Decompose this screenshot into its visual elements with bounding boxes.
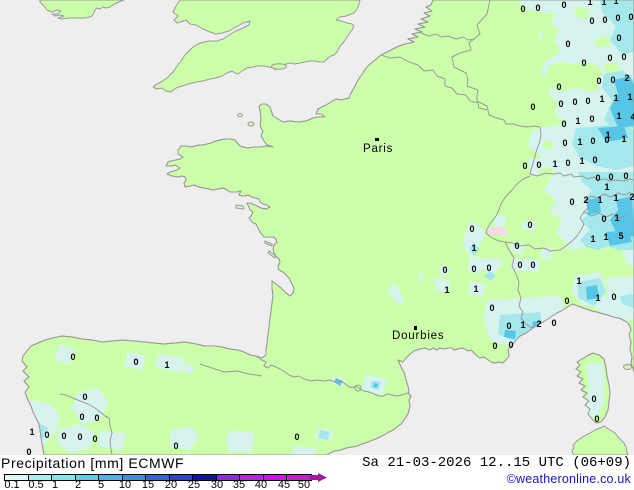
svg-text:0: 0 <box>565 39 570 49</box>
svg-text:0: 0 <box>585 96 590 106</box>
svg-text:1: 1 <box>444 285 449 295</box>
svg-text:1: 1 <box>604 182 609 192</box>
svg-text:2: 2 <box>629 192 634 202</box>
svg-text:1: 1 <box>590 234 595 244</box>
svg-text:0: 0 <box>564 296 569 306</box>
svg-text:0: 0 <box>508 340 513 350</box>
svg-text:0: 0 <box>61 431 66 441</box>
svg-text:1: 1 <box>597 195 602 205</box>
svg-text:0: 0 <box>26 447 31 455</box>
svg-text:0: 0 <box>558 99 563 109</box>
svg-text:1: 1 <box>599 94 604 104</box>
svg-text:0: 0 <box>608 172 613 182</box>
svg-text:0: 0 <box>616 33 621 43</box>
svg-text:1: 1 <box>627 92 632 102</box>
svg-text:0: 0 <box>469 224 474 234</box>
svg-text:0: 0 <box>565 158 570 168</box>
svg-text:1: 1 <box>552 159 557 169</box>
svg-text:0: 0 <box>173 441 178 451</box>
svg-text:0: 0 <box>592 155 597 165</box>
svg-text:0: 0 <box>551 318 556 328</box>
svg-text:0: 0 <box>527 220 532 230</box>
svg-text:0: 0 <box>595 173 600 183</box>
svg-text:0: 0 <box>79 412 84 422</box>
svg-text:1: 1 <box>613 0 618 6</box>
svg-text:0: 0 <box>607 53 612 63</box>
svg-text:0: 0 <box>581 58 586 68</box>
svg-text:1: 1 <box>29 427 34 437</box>
svg-text:1: 1 <box>616 111 621 121</box>
svg-text:0: 0 <box>520 4 525 14</box>
svg-text:1: 1 <box>601 0 606 7</box>
svg-text:0: 0 <box>591 394 596 404</box>
svg-text:0: 0 <box>556 82 561 92</box>
svg-text:0: 0 <box>601 214 606 224</box>
svg-text:0: 0 <box>44 430 49 440</box>
svg-text:0: 0 <box>604 135 609 145</box>
svg-text:4: 4 <box>630 112 634 122</box>
svg-text:0: 0 <box>514 241 519 251</box>
svg-text:1: 1 <box>471 243 476 253</box>
svg-text:Dourbies: Dourbies <box>392 330 444 342</box>
svg-text:0: 0 <box>562 138 567 148</box>
svg-text:Paris: Paris <box>363 143 393 155</box>
svg-text:2: 2 <box>583 195 588 205</box>
svg-text:0: 0 <box>602 15 607 25</box>
svg-text:0: 0 <box>94 413 99 423</box>
svg-text:0: 0 <box>589 16 594 26</box>
svg-text:0: 0 <box>517 260 522 270</box>
svg-text:1: 1 <box>587 0 592 7</box>
svg-text:0: 0 <box>92 434 97 444</box>
svg-text:0: 0 <box>492 341 497 351</box>
svg-text:0: 0 <box>594 414 599 424</box>
svg-text:1: 1 <box>577 137 582 147</box>
svg-text:1: 1 <box>576 276 581 286</box>
svg-text:1: 1 <box>520 320 525 330</box>
svg-text:1: 1 <box>575 116 580 126</box>
svg-text:0: 0 <box>590 136 595 146</box>
svg-text:0: 0 <box>70 352 75 362</box>
svg-text:0: 0 <box>572 97 577 107</box>
svg-text:5: 5 <box>618 231 623 241</box>
svg-text:0: 0 <box>536 160 541 170</box>
svg-text:0: 0 <box>82 392 87 402</box>
svg-text:0: 0 <box>133 357 138 367</box>
svg-text:0: 0 <box>610 75 615 85</box>
svg-text:1: 1 <box>579 156 584 166</box>
svg-text:0: 0 <box>569 197 574 207</box>
svg-text:0: 0 <box>486 263 491 273</box>
svg-text:0: 0 <box>506 321 511 331</box>
svg-text:0: 0 <box>615 13 620 23</box>
svg-text:0: 0 <box>530 260 535 270</box>
svg-text:0: 0 <box>294 432 299 442</box>
svg-text:0: 0 <box>628 12 633 22</box>
svg-text:0: 0 <box>471 264 476 274</box>
svg-text:1: 1 <box>603 232 608 242</box>
svg-text:0: 0 <box>611 292 616 302</box>
svg-text:0: 0 <box>530 102 535 112</box>
svg-text:0: 0 <box>535 3 540 13</box>
svg-text:0: 0 <box>522 161 527 171</box>
svg-text:0: 0 <box>442 265 447 275</box>
svg-text:0: 0 <box>561 0 566 10</box>
svg-text:1: 1 <box>595 293 600 303</box>
svg-text:0: 0 <box>561 119 566 129</box>
svg-text:0: 0 <box>77 432 82 442</box>
svg-text:1: 1 <box>621 134 626 144</box>
svg-text:2: 2 <box>624 73 629 83</box>
svg-text:0: 0 <box>489 303 494 313</box>
svg-text:2: 2 <box>536 319 541 329</box>
svg-text:0: 0 <box>596 76 601 86</box>
svg-text:1: 1 <box>613 193 618 203</box>
svg-text:1: 1 <box>613 93 618 103</box>
svg-text:0: 0 <box>589 114 594 124</box>
svg-text:1: 1 <box>614 213 619 223</box>
svg-text:1: 1 <box>473 284 478 294</box>
svg-text:0: 0 <box>623 171 628 181</box>
svg-text:0: 0 <box>621 52 626 62</box>
svg-text:1: 1 <box>164 360 169 370</box>
